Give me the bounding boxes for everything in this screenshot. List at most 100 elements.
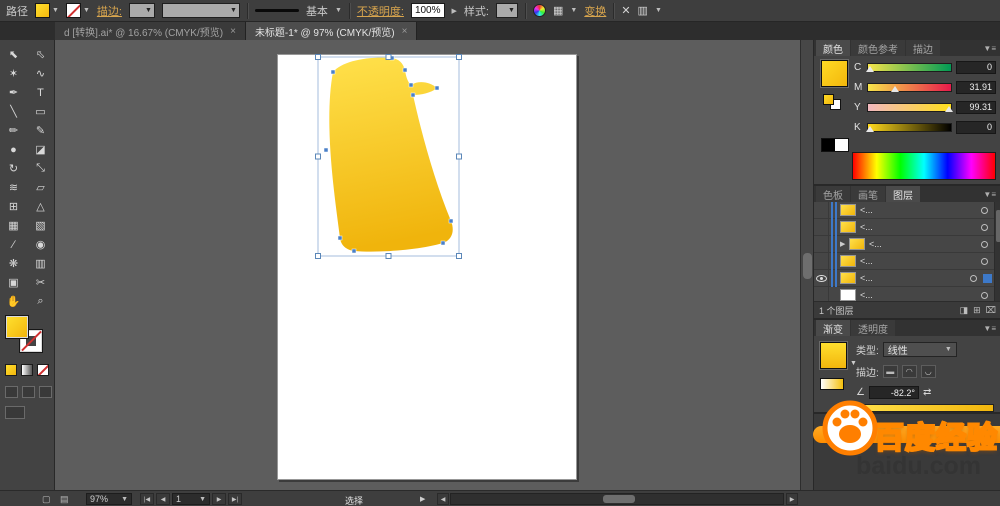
anchor-point[interactable]: [434, 85, 440, 91]
tool-mesh[interactable]: ▦: [0, 216, 27, 235]
selection-handle[interactable]: [315, 253, 321, 259]
current-color-swatch[interactable]: [821, 60, 848, 87]
align-grid-icon[interactable]: ▦: [553, 4, 563, 17]
tool-direct-selection[interactable]: ⬁: [27, 45, 54, 64]
layers-scrollbar[interactable]: [994, 202, 1000, 303]
stroke-within-button[interactable]: ▬: [882, 365, 898, 378]
tool-line-segment[interactable]: ╲: [0, 102, 27, 121]
fill-color-control[interactable]: ▼: [35, 3, 59, 18]
anchor-point[interactable]: [351, 248, 357, 254]
tool-gradient[interactable]: ▧: [27, 216, 54, 235]
slider-thumb[interactable]: [890, 85, 899, 92]
artboard-number-dropdown[interactable]: 1 ▼: [172, 493, 210, 505]
brush-dropdown-icon[interactable]: ▼: [335, 7, 342, 14]
status-panel-arrow-icon[interactable]: ▶: [420, 495, 425, 503]
yellow-value[interactable]: 99.31: [956, 100, 996, 114]
tab-swatches[interactable]: 色板: [816, 186, 850, 202]
panel-menu-icon[interactable]: ▼≡: [978, 320, 1000, 336]
next-artboard-button[interactable]: ▶: [212, 493, 226, 505]
stroke-color-swatch[interactable]: [65, 3, 81, 18]
stroke-color-control[interactable]: ▼: [65, 3, 90, 18]
target-circle[interactable]: [981, 291, 988, 299]
layer-row[interactable]: ▶ <...: [814, 235, 994, 253]
target-circle[interactable]: [981, 257, 988, 265]
selection-handle[interactable]: [315, 54, 321, 60]
reverse-gradient-icon[interactable]: ⇄: [923, 387, 931, 398]
anchor-point[interactable]: [408, 82, 414, 88]
cyan-value[interactable]: 0: [956, 60, 996, 74]
none-mode-button[interactable]: [37, 364, 49, 376]
document-tab-2[interactable]: 未标题-1* @ 97% (CMYK/预览) ×: [245, 22, 418, 40]
tool-shape-builder[interactable]: ⊞: [0, 197, 27, 216]
fill-color-swatch[interactable]: [35, 3, 50, 18]
tab-transparency[interactable]: 透明度: [851, 320, 895, 336]
anchor-point[interactable]: [337, 235, 343, 241]
tool-scale[interactable]: ⤡: [27, 159, 54, 178]
selection-handle[interactable]: [456, 54, 462, 60]
gradient-type-dropdown[interactable]: 线性 ▼: [882, 342, 957, 357]
slider-thumb[interactable]: [865, 65, 874, 72]
new-layer-icon[interactable]: ⊞: [973, 305, 981, 316]
tool-column-graph[interactable]: ▥: [27, 254, 54, 273]
stroke-panel-link[interactable]: 描边:: [97, 3, 122, 19]
tab-gradient[interactable]: 渐变: [816, 320, 850, 336]
tool-blob-brush[interactable]: ●: [0, 140, 27, 159]
close-icon[interactable]: ×: [230, 26, 236, 37]
target-circle[interactable]: [981, 240, 988, 248]
horizontal-scrollbar[interactable]: [450, 493, 784, 505]
tool-pen[interactable]: ✒: [0, 83, 27, 102]
shear-icon[interactable]: ✕: [621, 4, 630, 17]
tool-magic-wand[interactable]: ✶: [0, 64, 27, 83]
layer-row[interactable]: <...: [814, 252, 994, 270]
opacity-input[interactable]: 100%: [410, 3, 445, 18]
magenta-slider[interactable]: [867, 82, 952, 92]
magenta-value[interactable]: 31.91: [956, 80, 996, 94]
stroke-weight-dropdown[interactable]: ▼: [128, 3, 155, 18]
black-slider[interactable]: [865, 122, 952, 132]
stroke-across-button[interactable]: ◡: [920, 365, 936, 378]
white-swatch[interactable]: [835, 139, 848, 151]
selection-handle[interactable]: [385, 253, 392, 259]
chevron-down-icon[interactable]: ▼: [83, 7, 90, 14]
visibility-toggle[interactable]: [814, 236, 829, 252]
cyan-slider[interactable]: [865, 62, 952, 72]
tool-eyedropper[interactable]: ∕: [0, 235, 27, 254]
layer-row[interactable]: <...: [814, 201, 994, 219]
tool-width[interactable]: ≋: [0, 178, 27, 197]
previous-artboard-button[interactable]: ◀: [156, 493, 170, 505]
tool-perspective-grid[interactable]: △: [27, 197, 54, 216]
tool-eraser[interactable]: ◪: [27, 140, 54, 159]
anchor-point[interactable]: [448, 218, 454, 224]
fill-stroke-indicator[interactable]: [6, 316, 48, 356]
mini-fill-stroke[interactable]: [823, 94, 843, 110]
tool-symbol-sprayer[interactable]: ❋: [0, 254, 27, 273]
black-value[interactable]: 0: [956, 120, 996, 134]
opacity-link[interactable]: 不透明度:: [357, 3, 404, 19]
options-icon[interactable]: ▥: [638, 4, 648, 17]
tool-lasso[interactable]: ∿: [27, 64, 54, 83]
target-circle[interactable]: [981, 223, 988, 231]
align-dropdown-icon[interactable]: ▼: [570, 7, 577, 14]
tool-paintbrush[interactable]: ✏: [0, 121, 27, 140]
tool-hand[interactable]: ✋: [0, 292, 27, 311]
panel-menu-icon[interactable]: ▼≡: [978, 40, 1000, 56]
opacity-spinner-icon[interactable]: ▶: [452, 7, 457, 15]
anchor-point[interactable]: [323, 147, 329, 153]
tab-color[interactable]: 颜色: [816, 40, 850, 56]
target-circle[interactable]: [970, 274, 977, 282]
options-dropdown-icon[interactable]: ▼: [655, 7, 662, 14]
tool-selection[interactable]: ⬉: [0, 45, 27, 64]
selection-handle[interactable]: [456, 253, 462, 259]
gradient-swatch[interactable]: [820, 342, 847, 369]
tool-free-transform[interactable]: ▱: [27, 178, 54, 197]
visibility-toggle[interactable]: [814, 270, 829, 286]
fill-indicator[interactable]: [6, 316, 28, 338]
draw-normal-button[interactable]: [5, 386, 18, 398]
tool-artboard[interactable]: ▣: [0, 273, 27, 292]
anchor-point[interactable]: [330, 69, 336, 75]
layer-row[interactable]: <...: [814, 269, 994, 287]
delete-layer-icon[interactable]: ⌧: [986, 305, 996, 316]
anchor-point[interactable]: [402, 67, 408, 73]
visibility-toggle[interactable]: [814, 219, 829, 235]
visibility-toggle[interactable]: [814, 253, 829, 269]
